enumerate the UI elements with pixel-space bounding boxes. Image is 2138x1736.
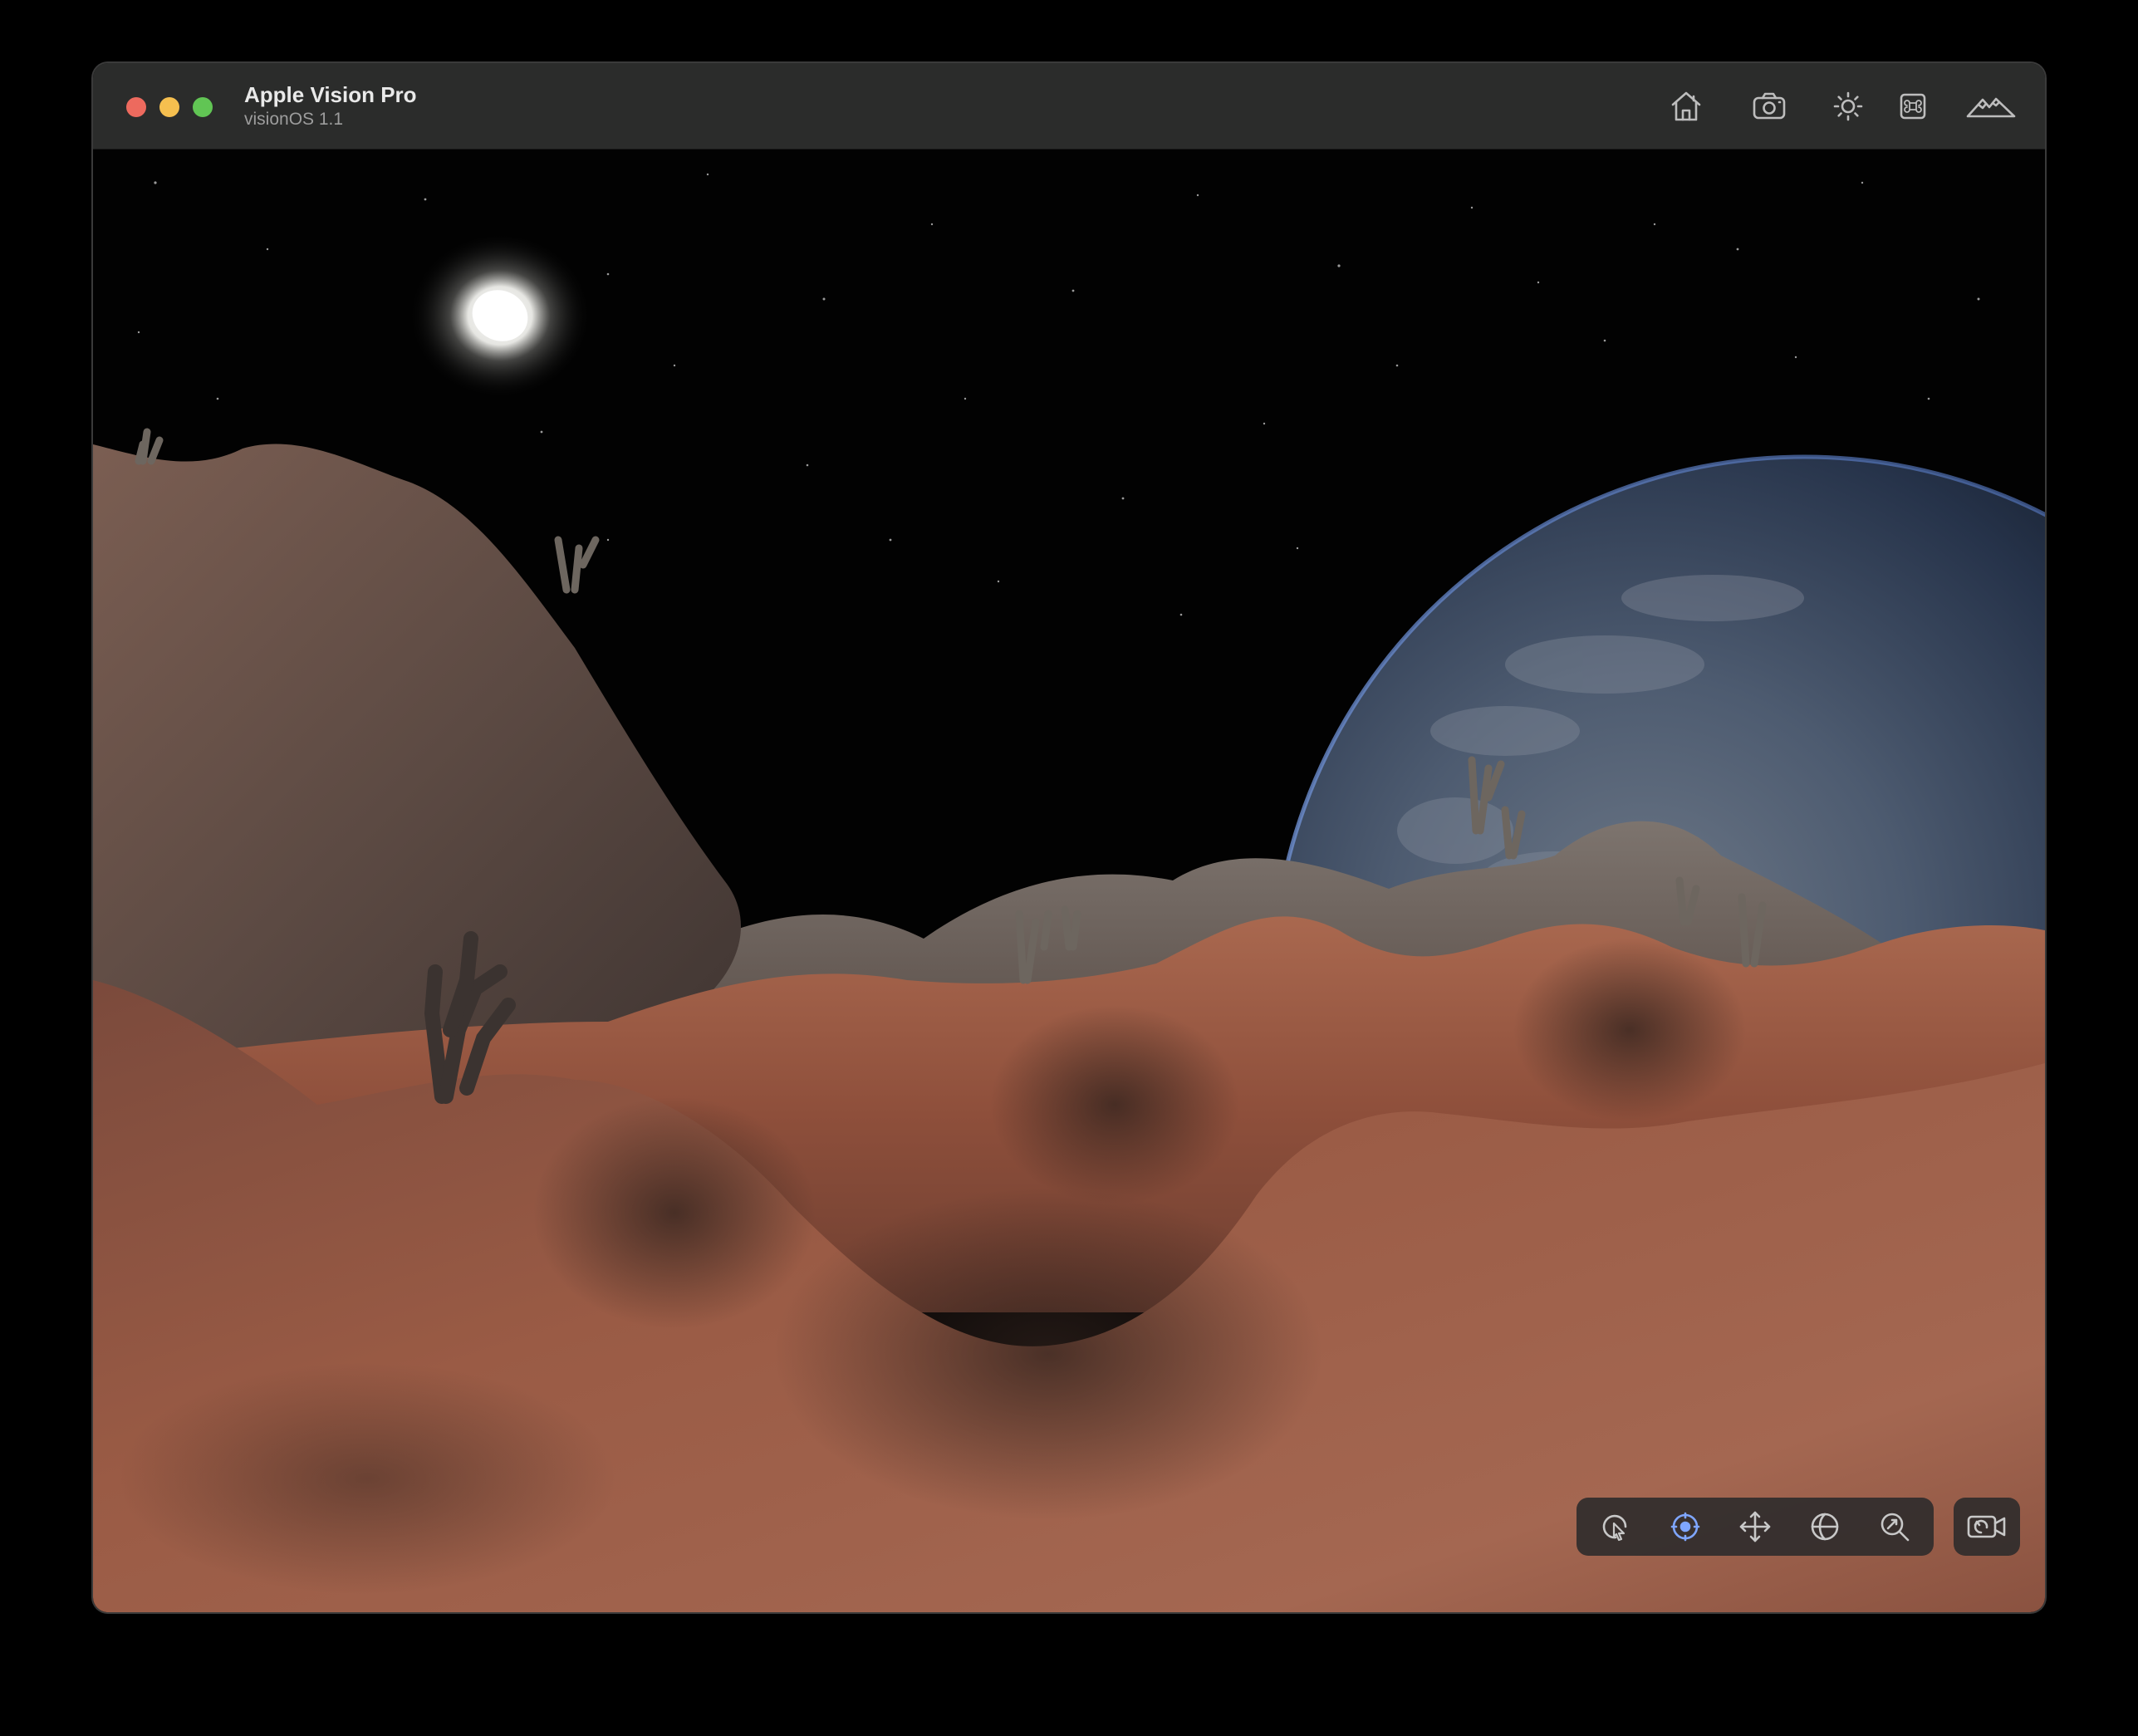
interact-mode-button[interactable] — [1591, 1505, 1640, 1548]
target-icon — [1670, 1512, 1700, 1542]
command-button[interactable] — [1890, 85, 1936, 128]
magnifier-icon — [1881, 1513, 1910, 1542]
simulator-window: Apple Vision Pro visionOS 1.1 — [93, 63, 2045, 1612]
immersive-viewport[interactable] — [93, 150, 2045, 1612]
pan-mode-button[interactable] — [1731, 1505, 1779, 1548]
move-arrows-icon — [1739, 1511, 1771, 1542]
screenshot-button[interactable] — [1746, 85, 1792, 128]
orbit-mode-button[interactable] — [1801, 1505, 1849, 1548]
look-mode-button[interactable] — [1661, 1505, 1709, 1548]
zoom-button[interactable] — [193, 97, 213, 117]
lighting-button[interactable] — [1825, 85, 1871, 128]
minimize-button[interactable] — [159, 97, 179, 117]
window-subtitle: visionOS 1.1 — [244, 110, 344, 129]
command-icon — [1900, 93, 1926, 120]
navigation-controls — [1577, 1498, 1934, 1556]
orbit-icon — [1811, 1513, 1839, 1541]
camera-icon — [1753, 92, 1786, 120]
title-bar[interactable]: Apple Vision Pro visionOS 1.1 — [93, 63, 2045, 150]
pointer-rotate-icon — [1602, 1514, 1627, 1542]
close-button[interactable] — [126, 97, 146, 117]
zoom-mode-button[interactable] — [1871, 1505, 1919, 1548]
lunar-environment-scene — [93, 150, 2045, 1612]
home-button[interactable] — [1663, 85, 1709, 128]
reset-camera-button[interactable] — [1954, 1498, 2020, 1556]
mountains-icon — [1966, 97, 2016, 118]
sun-icon — [1833, 91, 1863, 121]
window-title: Apple Vision Pro — [244, 82, 417, 107]
environment-button[interactable] — [1962, 85, 2020, 128]
house-icon — [1671, 91, 1701, 121]
camera-reset-icon — [1967, 1515, 2006, 1538]
